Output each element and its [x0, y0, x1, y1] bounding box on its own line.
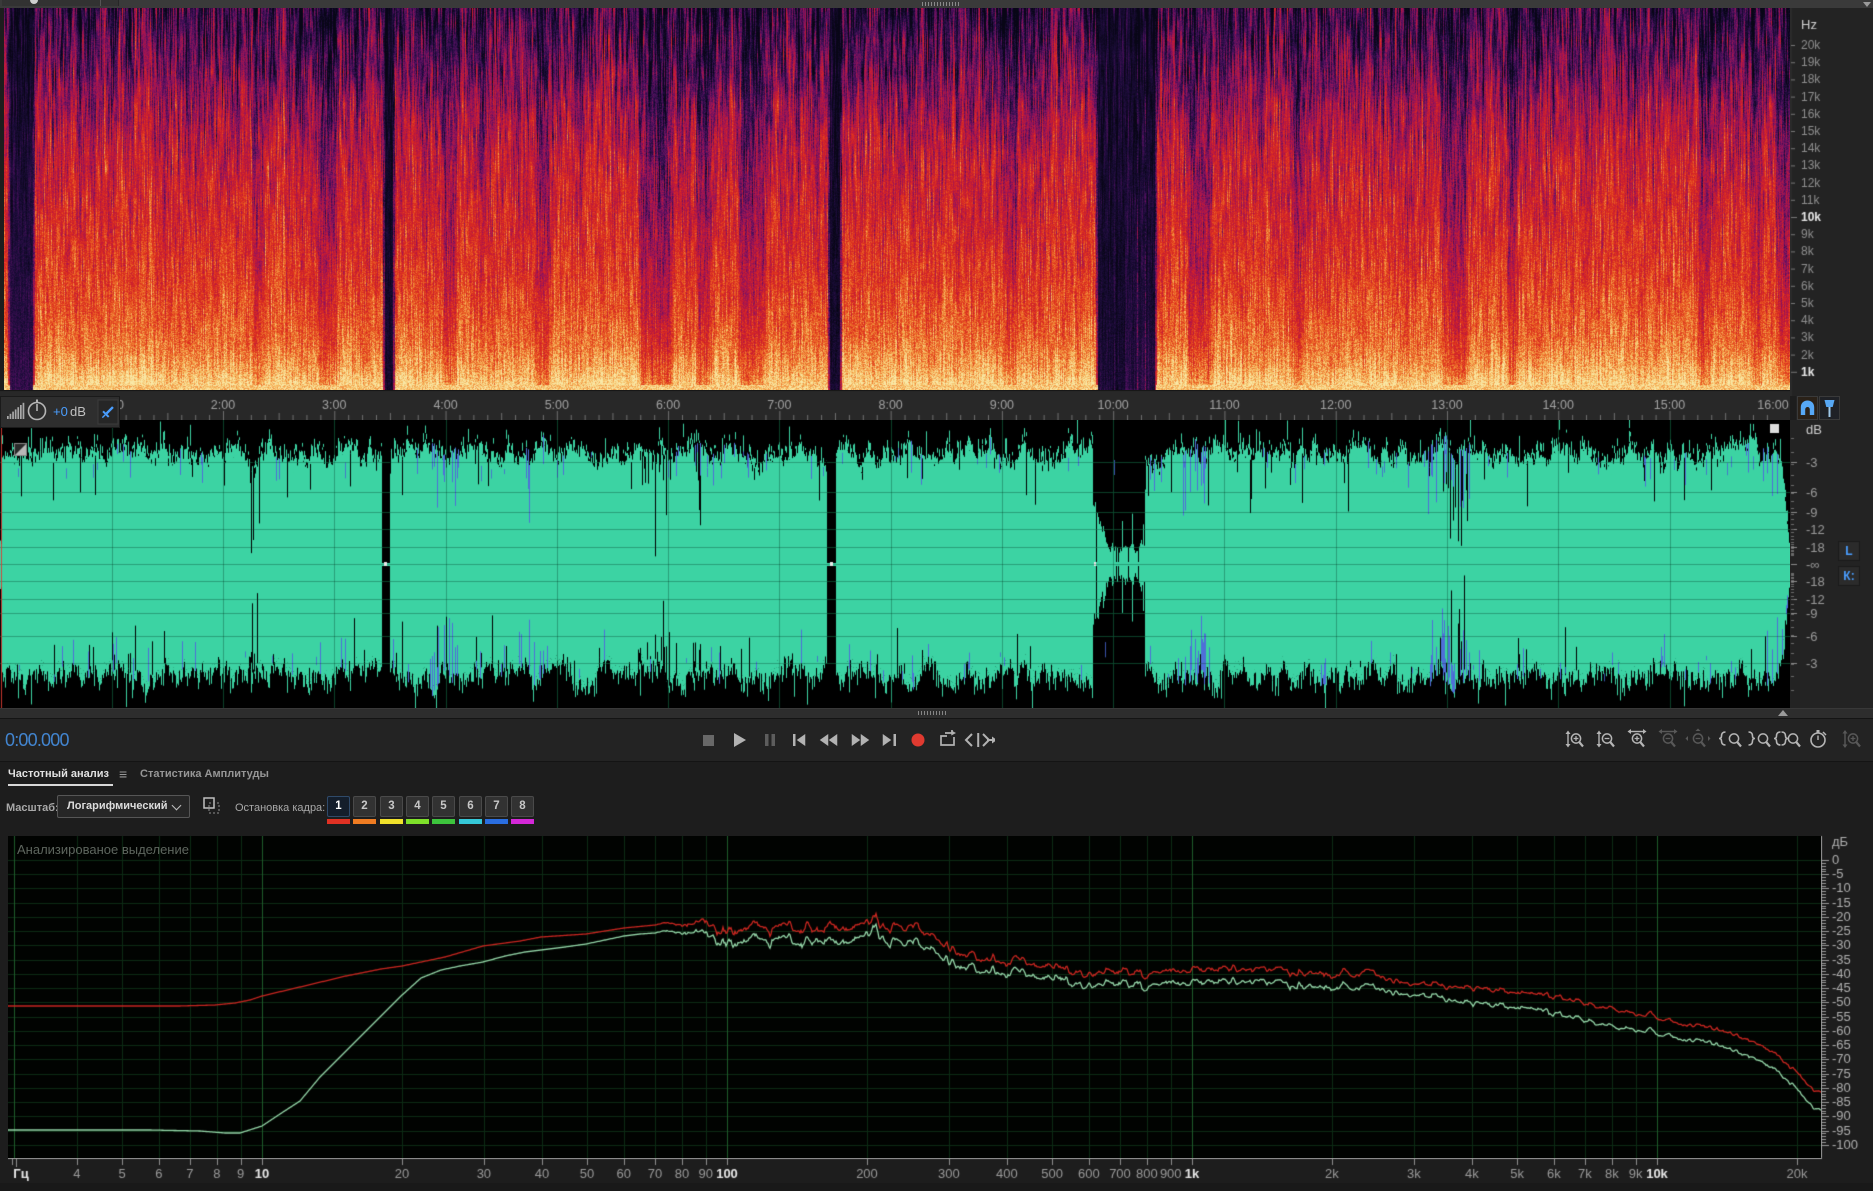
- svg-text:+0: +0: [53, 404, 68, 419]
- svg-text:dB: dB: [70, 404, 86, 419]
